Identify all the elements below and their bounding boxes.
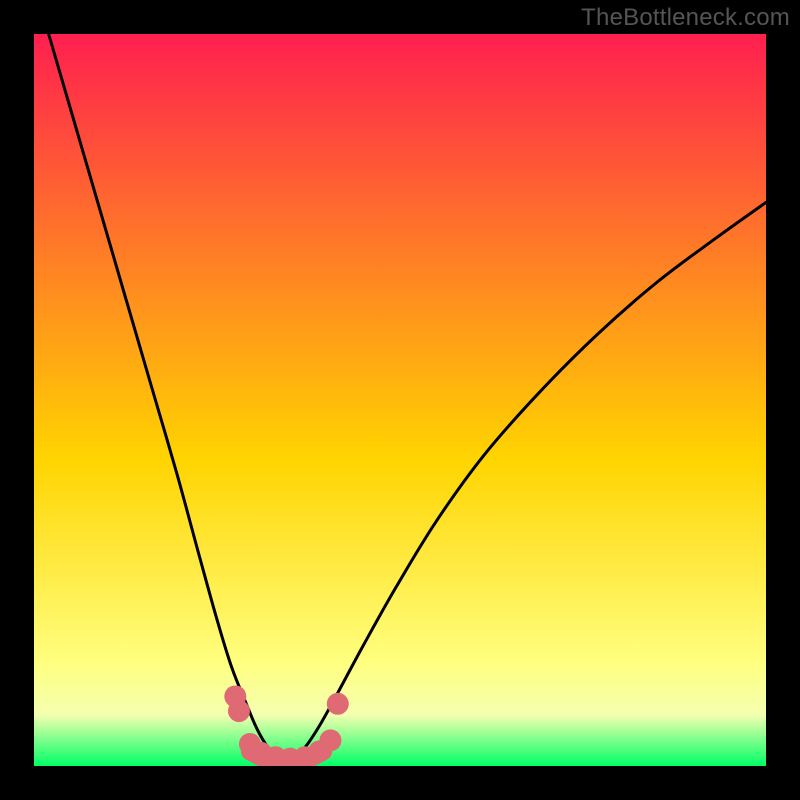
watermark: TheBottleneck.com [581,4,790,32]
marker-dot [228,700,250,722]
marker-dot [327,693,349,715]
plot-svg [34,34,766,766]
marker-dot [319,729,341,751]
gradient-bg [34,34,766,766]
chart-container: TheBottleneck.com [0,0,800,800]
plot-area [34,34,766,766]
